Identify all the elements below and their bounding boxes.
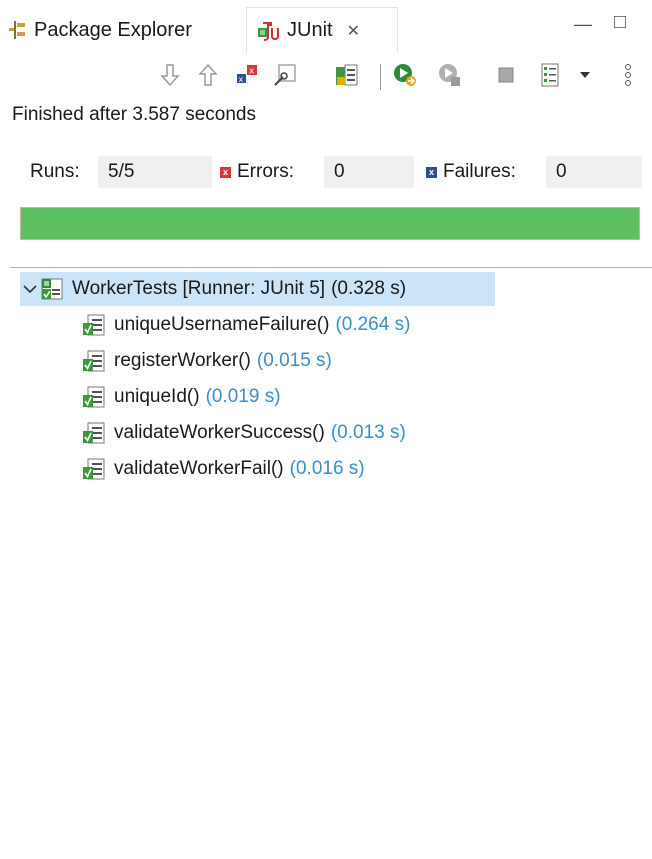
test-time: (0.019 s) — [205, 386, 281, 407]
toolbar-separator — [380, 64, 381, 90]
errors-counter: x Errors: — [220, 156, 294, 188]
test-time: (0.013 s) — [330, 422, 406, 443]
test-name: registerWorker() — [114, 350, 251, 371]
divider — [10, 267, 652, 268]
runs-counter: Runs: — [30, 156, 80, 188]
tab-label: Package Explorer — [34, 18, 192, 41]
dropdown-icon[interactable] — [576, 60, 594, 90]
rerun-test-icon[interactable] — [392, 60, 418, 90]
test-run-history-icon[interactable] — [537, 60, 563, 90]
svg-text:x: x — [249, 67, 255, 77]
scroll-lock-icon[interactable] — [272, 60, 298, 90]
progress-bar — [20, 207, 640, 240]
svg-text:x: x — [239, 75, 244, 84]
test-time: (0.264 s) — [335, 314, 411, 335]
show-failures-only-icon[interactable]: x x — [234, 60, 260, 90]
test-case-row[interactable]: validateWorkerFail() (0.016 s) — [82, 452, 365, 486]
tab-junit[interactable]: JUnit ✕ — [246, 7, 398, 53]
stop-icon[interactable] — [493, 60, 519, 90]
view-menu-icon[interactable] — [620, 60, 636, 90]
test-case-row[interactable]: validateWorkerSuccess() (0.013 s) — [82, 416, 406, 450]
runs-label: Runs: — [30, 161, 80, 182]
maximize-icon[interactable]: □ — [614, 11, 626, 34]
failures-value: 0 — [546, 156, 642, 188]
rerun-failed-first-icon[interactable] — [437, 60, 463, 90]
test-time: (0.016 s) — [289, 458, 365, 479]
chevron-down-icon[interactable] — [20, 284, 40, 294]
test-name: validateWorkerSuccess() — [114, 422, 325, 443]
test-name: uniqueId() — [114, 386, 200, 407]
view-tab-bar: Package Explorer JUnit ✕ — □ — [0, 0, 652, 56]
minimize-icon[interactable]: — — [574, 14, 592, 35]
test-passed-icon — [83, 386, 105, 408]
test-counters: Runs: 5/5 x Errors: 0 x Failures: 0 — [20, 156, 642, 188]
tab-label: JUnit — [287, 19, 333, 41]
progress-bar-fill — [21, 208, 639, 239]
status-message: Finished after 3.587 seconds — [12, 104, 256, 125]
package-explorer-icon — [9, 21, 25, 39]
error-icon: x — [220, 166, 231, 178]
test-suite-icon — [41, 278, 63, 300]
failures-label: Failures: — [443, 161, 516, 182]
test-passed-icon — [83, 422, 105, 444]
test-case-row[interactable]: registerWorker() (0.015 s) — [82, 344, 332, 378]
test-case-row[interactable]: uniqueUsernameFailure() (0.264 s) — [82, 308, 410, 342]
runs-value: 5/5 — [98, 156, 212, 188]
junit-toolbar: x x — [0, 58, 652, 94]
previous-failure-icon[interactable] — [195, 60, 221, 90]
test-passed-icon — [83, 458, 105, 480]
test-name: validateWorkerFail() — [114, 458, 284, 479]
errors-label: Errors: — [237, 161, 294, 182]
test-passed-icon — [83, 350, 105, 372]
test-time: (0.015 s) — [256, 350, 332, 371]
close-tab-icon[interactable]: ✕ — [347, 21, 360, 41]
test-name: uniqueUsernameFailure() — [114, 314, 330, 335]
tree-root-name: WorkerTests [Runner: JUnit 5] — [72, 278, 326, 299]
test-passed-icon — [83, 314, 105, 336]
tree-root-row[interactable]: WorkerTests [Runner: JUnit 5] (0.328 s) — [20, 272, 495, 306]
errors-value: 0 — [324, 156, 414, 188]
next-failure-icon[interactable] — [157, 60, 183, 90]
test-case-row[interactable]: uniqueId() (0.019 s) — [82, 380, 281, 414]
junit-icon — [258, 21, 279, 41]
tree-root-time: (0.328 s) — [331, 278, 407, 299]
show-skipped-icon[interactable] — [334, 60, 360, 90]
tab-package-explorer[interactable]: Package Explorer — [8, 8, 238, 52]
failures-counter: x Failures: — [426, 156, 516, 188]
failure-icon: x — [426, 166, 437, 178]
